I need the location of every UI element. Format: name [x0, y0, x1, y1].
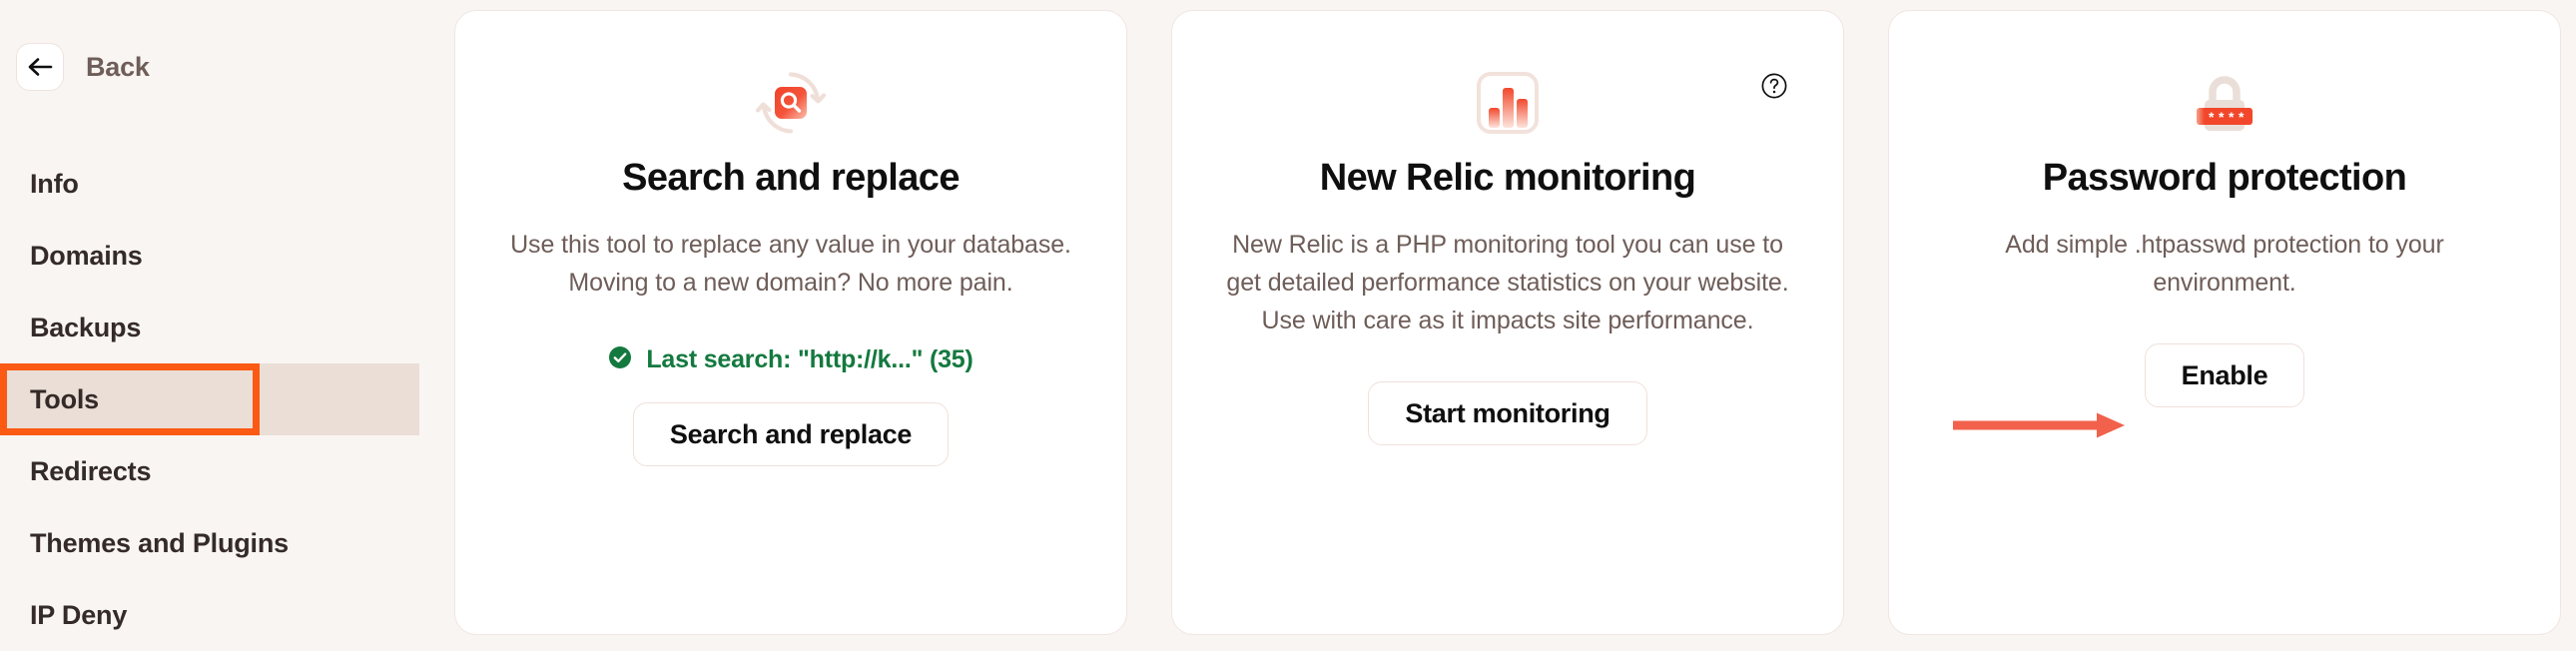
card-title: New Relic monitoring — [1319, 157, 1696, 199]
sidebar: Back Info Domains Backups Tools Redirect… — [0, 0, 419, 641]
sidebar-item-label: Tools — [30, 383, 99, 414]
sidebar-item-redirects[interactable]: Redirects — [0, 435, 419, 507]
padlock-password-icon: * * * * — [2177, 67, 2272, 139]
svg-text:*: * — [2209, 109, 2215, 125]
sidebar-item-ip-deny[interactable]: IP Deny — [0, 579, 419, 651]
start-monitoring-button[interactable]: Start monitoring — [1368, 381, 1647, 445]
bar-chart-icon — [1460, 67, 1556, 139]
card-description: New Relic is a PHP monitoring tool you c… — [1226, 231, 1789, 334]
back-button[interactable] — [16, 43, 64, 91]
sidebar-item-themes-and-plugins[interactable]: Themes and Plugins — [0, 507, 419, 579]
sidebar-item-label: Themes and Plugins — [30, 527, 289, 558]
card-search-and-replace: Search and replace Use this tool to repl… — [454, 10, 1127, 635]
search-and-replace-button[interactable]: Search and replace — [632, 402, 950, 466]
card-password-protection: * * * * Password protection Add simple .… — [1888, 10, 2561, 635]
card-new-relic-monitoring: New Relic monitoring New Relic is a PHP … — [1171, 10, 1844, 635]
tools-card-grid: Search and replace Use this tool to repl… — [454, 10, 2561, 635]
status-badge: Last search: "http://k..." (35) — [608, 345, 973, 374]
question-mark-circle-icon[interactable] — [1761, 73, 1787, 99]
sidebar-item-label: Redirects — [30, 455, 152, 486]
sidebar-item-label: IP Deny — [30, 599, 128, 630]
svg-text:*: * — [2229, 109, 2235, 125]
sidebar-item-tools[interactable]: Tools — [0, 363, 419, 435]
search-replace-icon — [743, 67, 839, 139]
sidebar-item-info[interactable]: Info — [0, 148, 419, 220]
sidebar-item-label: Domains — [30, 240, 143, 271]
card-description: Use this tool to replace any value in yo… — [510, 231, 1071, 297]
sidebar-item-label: Info — [30, 168, 79, 199]
arrow-left-icon — [27, 57, 53, 77]
back-navigation[interactable]: Back — [16, 43, 150, 91]
card-title: Search and replace — [622, 157, 960, 199]
enable-button[interactable]: Enable — [2144, 343, 2305, 407]
check-circle-icon — [608, 345, 632, 374]
red-arrow-right-annotation — [1951, 408, 2133, 442]
status-text: Last search: "http://k..." (35) — [646, 345, 973, 373]
card-title: Password protection — [2042, 157, 2407, 199]
sidebar-item-label: Backups — [30, 312, 142, 342]
sidebar-item-backups[interactable]: Backups — [0, 292, 419, 363]
card-description: Add simple .htpasswd protection to your … — [2005, 231, 2444, 297]
sidebar-nav: Info Domains Backups Tools Redirects The… — [0, 148, 419, 651]
back-label: Back — [86, 51, 150, 82]
svg-text:*: * — [2219, 109, 2225, 125]
svg-text:*: * — [2239, 109, 2245, 125]
sidebar-item-domains[interactable]: Domains — [0, 220, 419, 292]
